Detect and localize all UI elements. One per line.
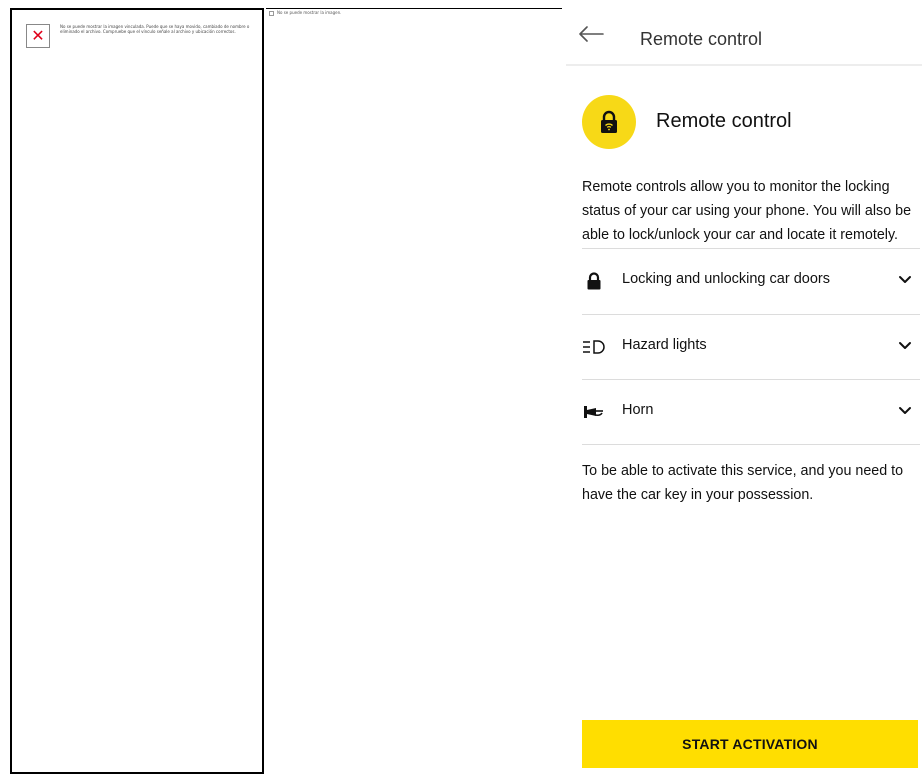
chevron-down-icon [899, 276, 911, 283]
top-app-bar: Remote control [566, 0, 922, 66]
broken-image-placeholder-left: ✕ No se puede mostrar la imagen vinculad… [10, 8, 264, 774]
feature-label: Hazard lights [622, 337, 707, 353]
lock-icon [582, 269, 606, 293]
arrow-left-icon[interactable] [578, 26, 604, 42]
horn-icon [582, 400, 606, 424]
broken-image-placeholder-middle: No se puede mostrar la imagen. [266, 8, 562, 16]
divider [582, 444, 920, 445]
feature-row-locking[interactable]: Locking and unlocking car doors [582, 249, 920, 313]
feature-row-hazard-lights[interactable]: Hazard lights [582, 315, 920, 379]
hazard-lights-icon [582, 335, 606, 359]
feature-label: Horn [622, 402, 654, 418]
lock-wifi-icon [601, 110, 617, 133]
feature-row-horn[interactable]: Horn [582, 380, 920, 444]
start-activation-button[interactable]: START ACTIVATION [582, 720, 918, 768]
remote-control-screen: Remote control Remote control Remote con… [566, 0, 922, 776]
broken-image-icon: ✕ [26, 24, 50, 48]
service-description: Remote controls allow you to monitor the… [582, 179, 912, 243]
broken-image-icon [269, 11, 274, 16]
page-title: Remote control [640, 29, 763, 49]
chevron-down-icon [899, 407, 911, 414]
broken-image-message: No se puede mostrar la imagen vinculada.… [60, 24, 250, 34]
feature-label: Locking and unlocking car doors [622, 271, 830, 287]
broken-image-message: No se puede mostrar la imagen. [277, 10, 342, 15]
chevron-down-icon [899, 342, 911, 349]
activation-note: To be able to activate this service, and… [582, 463, 904, 503]
section-title: Remote control [656, 110, 792, 132]
remote-control-badge [582, 95, 636, 149]
